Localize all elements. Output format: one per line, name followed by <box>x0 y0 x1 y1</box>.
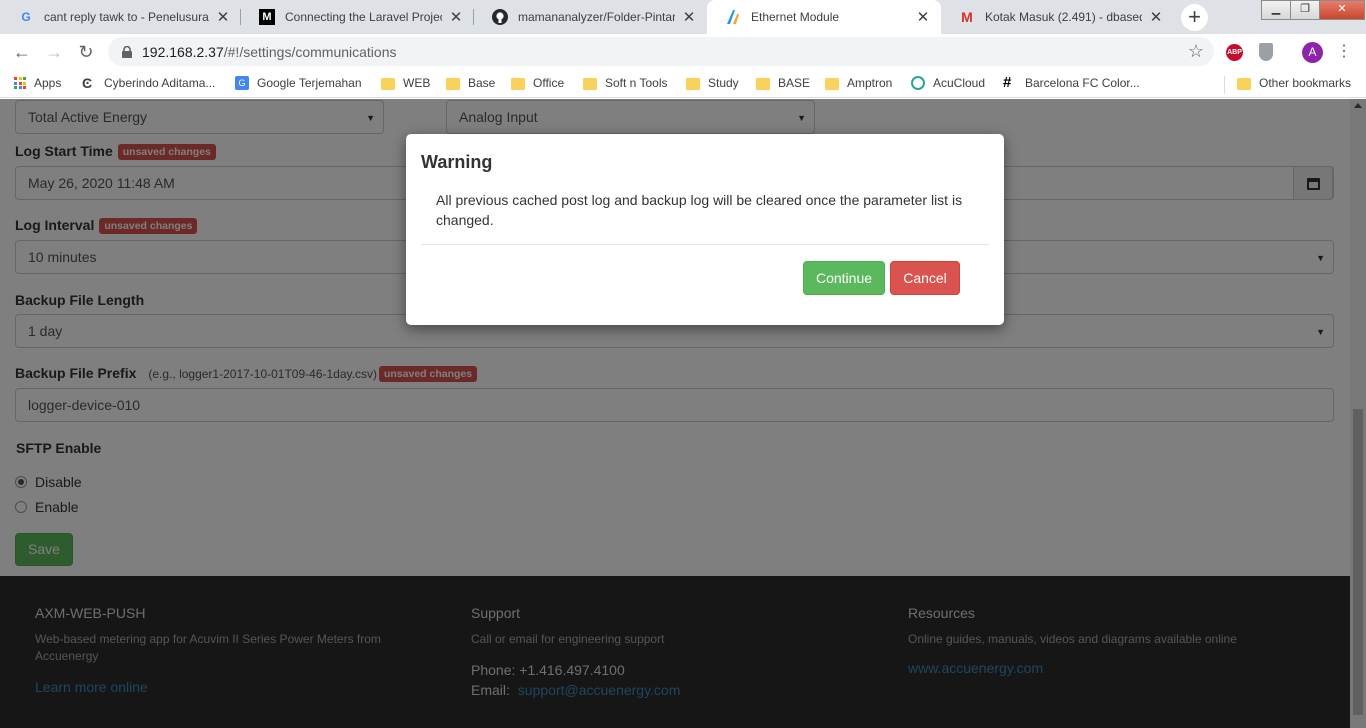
accuenergy-icon <box>725 9 741 25</box>
reload-icon[interactable]: ↻ <box>74 40 98 64</box>
folder-icon <box>446 78 460 90</box>
close-icon[interactable]: ✕ <box>915 8 931 26</box>
modal-body: All previous cached post log and backup … <box>436 192 963 228</box>
bookmark-other-bookmarks[interactable]: Other bookmarks <box>1237 76 1351 90</box>
folder-icon <box>756 78 770 90</box>
bookmark-folder-base[interactable]: Base <box>446 76 495 90</box>
google-translate-icon: G <box>235 76 249 90</box>
bookmark-folder-soft-n-tools[interactable]: Soft n Tools <box>583 76 667 90</box>
tab-title: cant reply tawk to - Penelusuran <box>44 10 209 24</box>
tab-title: Ethernet Module <box>751 10 840 24</box>
window-close-button[interactable]: ✕ <box>1319 0 1365 20</box>
lock-icon <box>122 45 132 58</box>
url-text: 192.168.2.37/#!/settings/communications <box>142 44 397 60</box>
browser-tab-strip: G cant reply tawk to - Penelusuran ✕ M C… <box>0 0 1366 34</box>
browser-tab-google[interactable]: G cant reply tawk to - Penelusuran ✕ <box>0 0 241 34</box>
folder-icon <box>381 78 395 90</box>
folder-icon <box>686 78 700 90</box>
browser-tab-ethernet-module[interactable]: Ethernet Module ✕ <box>707 0 941 34</box>
medium-m-icon: M <box>259 9 275 25</box>
bookmark-folder-web[interactable]: WEB <box>381 76 430 90</box>
close-icon[interactable]: ✕ <box>1148 8 1164 26</box>
folder-icon <box>583 78 597 90</box>
maximize-button[interactable]: ❐ <box>1290 0 1320 20</box>
modal-title: Warning <box>421 152 493 172</box>
close-icon[interactable]: ✕ <box>215 8 231 26</box>
bookmark-acucloud[interactable]: AcuCloud <box>911 76 985 90</box>
back-arrow-icon[interactable]: ← <box>10 40 34 64</box>
modal-divider <box>421 244 989 245</box>
gmail-icon: M <box>961 9 973 25</box>
hashtag-icon: # <box>1003 74 1012 91</box>
bookmark-folder-base-caps[interactable]: BASE <box>756 76 810 90</box>
acucloud-icon <box>911 76 925 90</box>
continue-button[interactable]: Continue <box>803 261 885 295</box>
folder-icon <box>825 78 839 90</box>
forward-arrow-icon[interactable]: → <box>42 40 66 64</box>
minimize-button[interactable]: ▁ <box>1261 0 1291 20</box>
cyberindo-icon: Ͼ <box>82 75 93 91</box>
tab-title: Kotak Masuk (2.491) - dbasedo <box>985 10 1142 24</box>
github-icon <box>492 9 508 25</box>
bookmarks-bar: Apps Ͼ Cyberindo Aditama... G Google Ter… <box>0 70 1366 98</box>
bookmark-cyberindo[interactable]: Ͼ Cyberindo Aditama... <box>82 76 215 90</box>
browser-tab-gmail[interactable]: M Kotak Masuk (2.491) - dbasedo ✕ <box>941 0 1174 34</box>
warning-modal: Warning All previous cached post log and… <box>406 134 1004 325</box>
browser-tab-medium[interactable]: M Connecting the Laravel Project o ✕ <box>241 0 474 34</box>
bookmark-folder-amptron[interactable]: Amptron <box>825 76 892 90</box>
close-icon[interactable]: ✕ <box>448 8 464 26</box>
address-bar[interactable]: 192.168.2.37/#!/settings/communications … <box>108 37 1214 66</box>
new-tab-button[interactable]: + <box>1181 4 1208 31</box>
bookmark-folder-office[interactable]: Office <box>511 76 564 90</box>
bookmark-google-translate[interactable]: G Google Terjemahan <box>235 76 362 90</box>
google-g-icon: G <box>21 10 31 24</box>
tab-title: mamananalyzer/Folder-Pintar: E <box>518 10 675 24</box>
browser-tab-github[interactable]: mamananalyzer/Folder-Pintar: E ✕ <box>474 0 707 34</box>
profile-avatar[interactable]: A <box>1302 42 1323 63</box>
bookmark-barcelona[interactable]: # Barcelona FC Color... <box>1003 74 1140 91</box>
bookmark-folder-study[interactable]: Study <box>686 76 739 90</box>
browser-toolbar: ← → ↻ 192.168.2.37/#!/settings/communica… <box>0 34 1366 70</box>
bookmark-star-icon[interactable]: ☆ <box>1188 41 1204 62</box>
folder-icon <box>1237 78 1251 90</box>
folder-icon <box>511 78 525 90</box>
shield-extension-icon[interactable] <box>1259 43 1273 61</box>
tab-title: Connecting the Laravel Project o <box>285 10 442 24</box>
close-icon[interactable]: ✕ <box>681 8 697 26</box>
menu-kebab-icon[interactable]: ⋮ <box>1336 41 1352 63</box>
bookmark-apps[interactable]: Apps <box>14 76 61 90</box>
apps-grid-icon <box>14 77 26 89</box>
cancel-button[interactable]: Cancel <box>890 261 960 295</box>
adblock-extension-icon[interactable]: ABP <box>1226 44 1243 61</box>
